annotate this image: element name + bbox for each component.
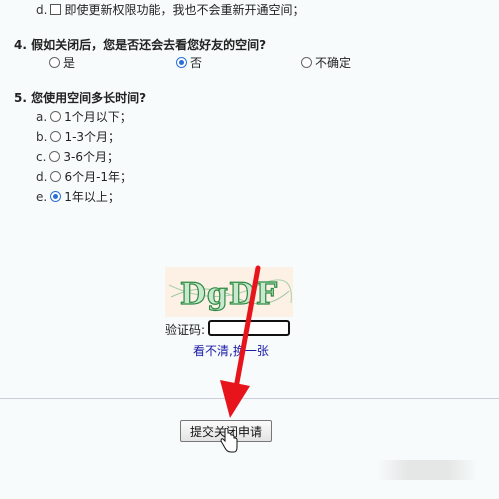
hand-cursor-icon <box>220 428 238 453</box>
annotation-arrow <box>220 265 261 418</box>
watermark <box>378 460 478 480</box>
